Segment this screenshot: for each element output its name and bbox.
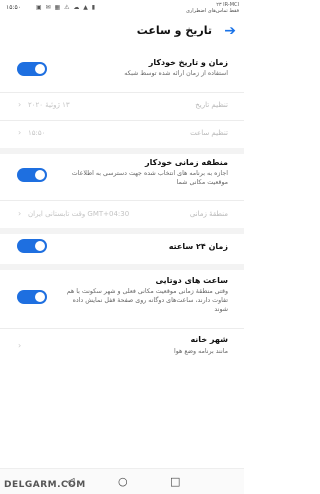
carrier-subtext: فقط تماس‌های اضطراری: [185, 8, 239, 14]
hour24-toggle[interactable]: [17, 239, 47, 253]
dual-clock-toggle[interactable]: [17, 290, 47, 304]
auto-datetime-row[interactable]: زمان و تاریخ خودکار استفاده از زمان ارائ…: [0, 56, 244, 88]
hour24-label: زمان ۲۴ ساعته: [168, 242, 228, 251]
divider: [0, 200, 244, 201]
home-nav-icon[interactable]: ○: [118, 475, 128, 488]
auto-datetime-desc: استفاده از زمان ارائه شده توسط شبکه: [124, 70, 228, 77]
auto-datetime-label: زمان و تاریخ خودکار: [148, 58, 228, 67]
toggle-knob: [35, 170, 45, 180]
set-time-row[interactable]: تنظیم ساعت ۱۵:۵۰ ‹: [0, 124, 244, 146]
watermark: DELGARM.COM: [4, 480, 86, 490]
timezone-row[interactable]: منطقهٔ زمانی GMT+04:30 وقت تابستانی ایرا…: [0, 204, 244, 226]
timezone-value: GMT+04:30 وقت تابستانی ایران: [28, 210, 130, 218]
status-bar: ۱۵:۵۰ ▣ ✉ ▦ ⚠ ☁ ▲ ▮ ۲۳ IR-MCI فقط تماس‌ه…: [0, 0, 244, 18]
toggle-knob: [35, 241, 45, 251]
section-separator: [0, 228, 244, 234]
chevron-left-icon: ‹: [18, 341, 22, 350]
divider: [0, 328, 244, 329]
divider: [0, 92, 244, 93]
set-date-value: ۱۳ ژوئیهٔ ۲۰۲۰: [28, 101, 70, 109]
section-separator: [0, 148, 244, 154]
set-time-value: ۱۵:۵۰: [28, 129, 46, 137]
timezone-label: منطقهٔ زمانی: [189, 210, 228, 218]
dual-clock-row[interactable]: ساعت های دوتایی وقتی منطقهٔ زمانی موقعیت…: [0, 274, 244, 322]
home-city-label: شهر خانه: [190, 335, 228, 344]
set-time-label: تنظیم ساعت: [190, 129, 228, 137]
hour24-row[interactable]: زمان ۲۴ ساعته: [0, 238, 244, 258]
auto-timezone-label: منطقه زمانی خودکار: [145, 158, 228, 167]
toggle-knob: [35, 292, 45, 302]
dual-clock-label: ساعت های دوتایی: [155, 276, 228, 285]
chevron-left-icon: ‹: [18, 100, 22, 109]
section-separator: [0, 264, 244, 270]
set-date-row[interactable]: تنظیم تاریخ ۱۳ ژوئیهٔ ۲۰۲۰ ‹: [0, 96, 244, 118]
page-title: تاریخ و ساعت: [136, 24, 212, 37]
arrow-right-icon[interactable]: ➔: [224, 23, 236, 39]
status-icons: ▣ ✉ ▦ ⚠ ☁ ▲ ▮: [36, 4, 97, 11]
recents-nav-icon[interactable]: □: [170, 475, 180, 488]
toggle-knob: [35, 64, 45, 74]
home-city-row[interactable]: شهر خانه مانند برنامه وضع هوا ‹: [0, 334, 244, 362]
chevron-left-icon: ‹: [18, 209, 22, 218]
carrier-info: ۲۳ IR-MCI فقط تماس‌های اضطراری: [186, 2, 239, 14]
divider: [0, 120, 244, 121]
app-header: ➔ تاریخ و ساعت: [0, 22, 244, 46]
set-date-label: تنظیم تاریخ: [195, 101, 228, 109]
auto-timezone-desc: اجازه به برنامه های انتخاب شده جهت دسترس…: [71, 170, 228, 186]
home-city-desc: مانند برنامه وضع هوا: [174, 348, 228, 355]
chevron-left-icon: ‹: [18, 128, 22, 137]
dual-clock-desc: وقتی منطقهٔ زمانی موقعیت مکانی فعلی و شه…: [66, 288, 228, 313]
status-time: ۱۵:۵۰: [6, 4, 21, 11]
auto-datetime-toggle[interactable]: [17, 62, 47, 76]
auto-timezone-toggle[interactable]: [17, 168, 47, 182]
auto-timezone-row[interactable]: منطقه زمانی خودکار اجازه به برنامه های ا…: [0, 156, 244, 196]
